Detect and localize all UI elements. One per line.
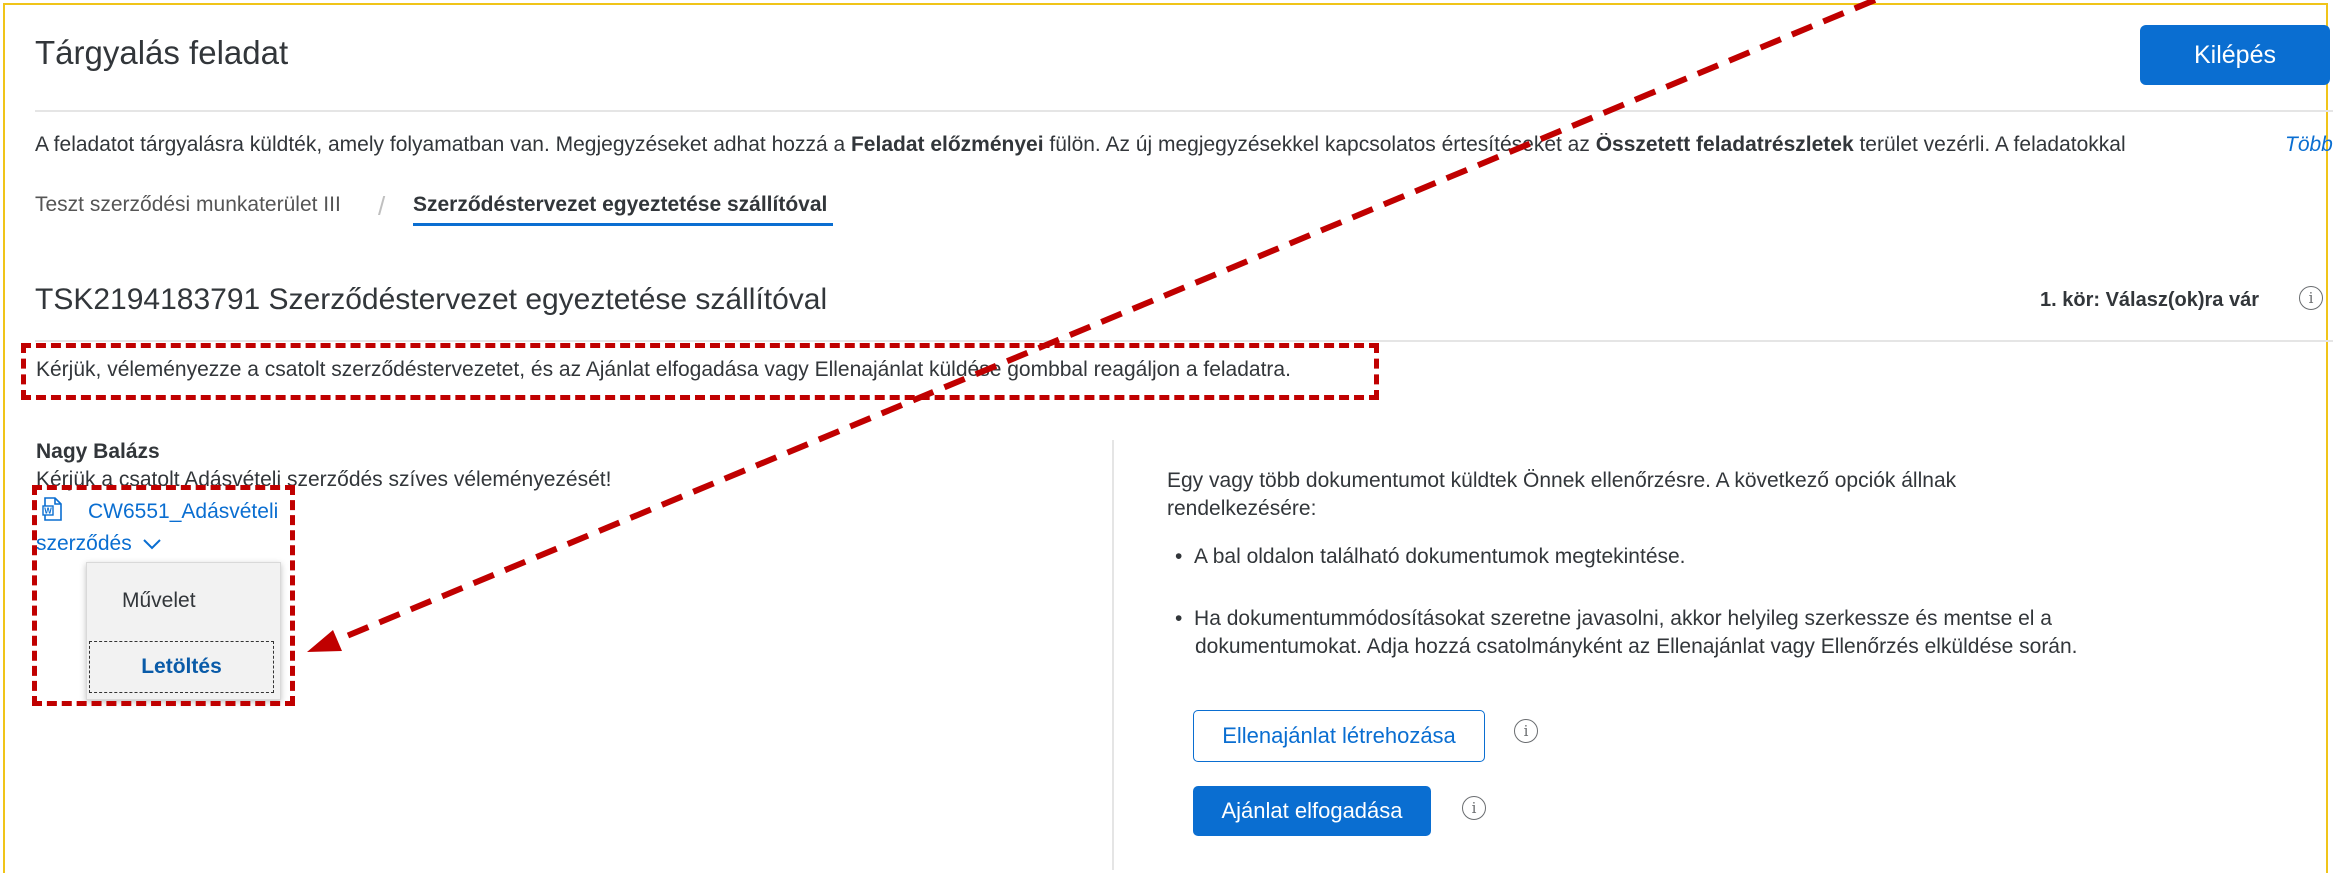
annotation-arrow [307, 0, 1877, 652]
